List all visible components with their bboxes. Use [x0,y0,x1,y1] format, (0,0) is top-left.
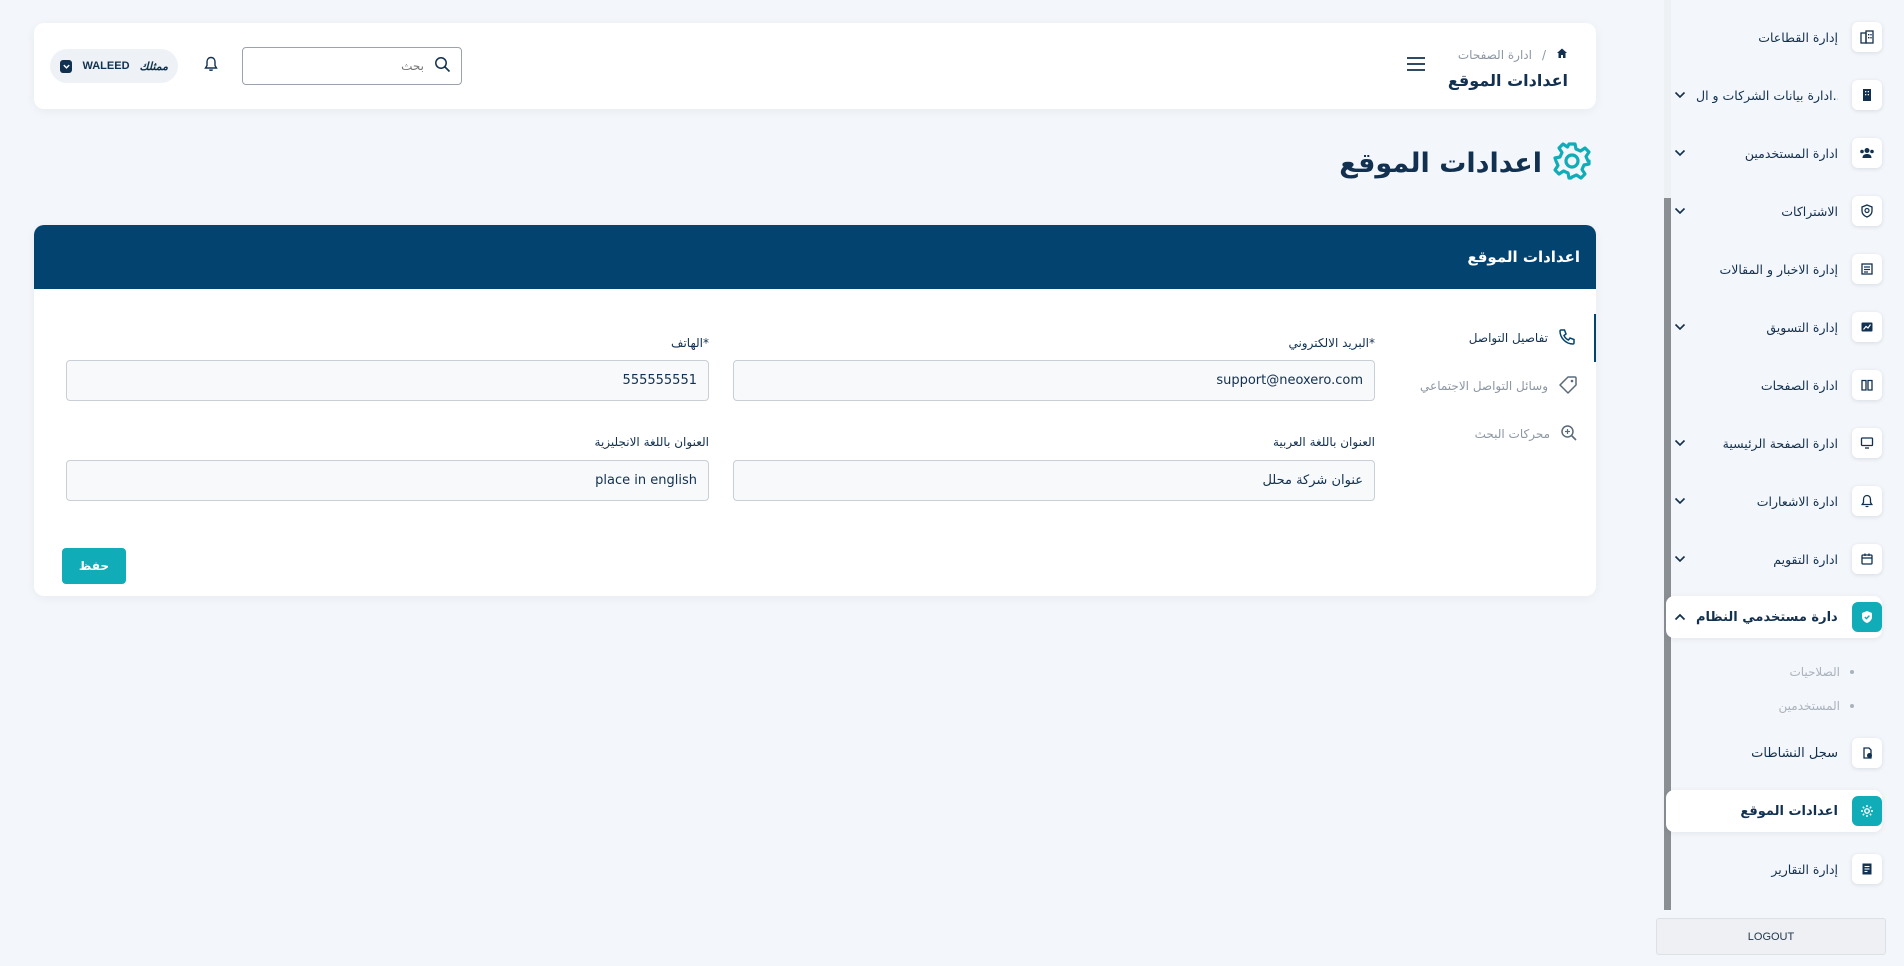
sidebar-item-label: ادارة الصفحة الرئيسية [1722,435,1838,451]
settings-tabs: تفاصيل التواصل وسائل التواصل الاجتماعي م… [1418,314,1596,458]
address-ar-label: العنوان باللغة العربية [1272,435,1375,449]
notification-bell-icon[interactable] [204,56,218,76]
sidebar-item-label: ادارة مستخدمي النظام [1696,609,1838,625]
sidebar-item-companies[interactable]: ادارة بيانات الشركات و ال... [1666,74,1882,116]
breadcrumb-separator: / [1541,47,1546,62]
sidebar-subitem-permissions[interactable]: الصلاحيات [1789,665,1854,679]
phone-field[interactable]: 555555551 [66,360,709,401]
phone-label: الهاتف* [671,336,709,350]
page-heading: اعدادات الموقع [1339,141,1592,185]
tab-label: تفاصيل التواصل [1468,331,1548,345]
chevron-down-icon[interactable] [1670,491,1690,511]
sidebar-subitem-label: الصلاحيات [1789,665,1840,679]
save-button[interactable]: حفظ [62,548,126,584]
tab-label: محركات البحث [1474,427,1550,441]
search-box[interactable] [242,47,462,85]
chevron-down-icon[interactable] [1670,85,1690,105]
chevron-down-icon[interactable] [1670,317,1690,337]
settings-icon [1852,796,1882,826]
chevron-up-icon[interactable] [1670,607,1690,627]
sidebar-item-label: ادارة الاشعارات [1756,493,1838,509]
settings-gear-icon [1552,141,1592,185]
top-header: WALEED ممثلك / ادارة الصفحات اعدادات الم… [34,23,1596,109]
sidebar-item-users[interactable]: ادارة المستخدمين [1666,132,1882,174]
sidebar-item-label: سجل النشاطات [1751,745,1838,761]
sidebar-item-system-users[interactable]: ادارة مستخدمي النظام [1666,596,1882,638]
sidebar-subitem-users[interactable]: المستخدمين [1779,699,1854,713]
activity-icon [1852,738,1882,768]
sidebar-item-label: إدارة التسويق [1766,319,1838,335]
chevron-down-icon[interactable] [60,59,73,73]
search-engine-icon [1560,424,1578,445]
sidebar: إدارة القطاعات ادارة بيانات الشركات و ال… [1656,0,1904,966]
sidebar-item-label: اعدادات الموقع [1740,803,1838,819]
user-logo: ممثلك [139,59,168,73]
pages-icon [1852,370,1882,400]
header-title: اعدادات الموقع [1447,71,1568,90]
chevron-down-icon[interactable] [1670,143,1690,163]
calendar-icon [1852,544,1882,574]
badge-icon [1852,196,1882,226]
user-name: WALEED [82,60,130,72]
user-menu[interactable]: WALEED ممثلك [50,49,178,83]
chevron-down-icon[interactable] [1670,201,1690,221]
sidebar-item-label: ادارة المستخدمين [1744,145,1838,161]
sidebar-item-news[interactable]: إدارة الاخبار و المقالات [1666,248,1882,290]
address-ar-field[interactable]: عنوان شركة محلل [733,460,1375,501]
sidebar-item-label: إدارة التقارير [1771,861,1838,877]
chevron-down-icon[interactable] [1670,433,1690,453]
sidebar-item-label: ادارة التقويم [1773,551,1838,567]
bullet-dot [1850,704,1854,708]
news-icon [1852,254,1882,284]
company-icon [1852,80,1882,110]
card-title: اعدادات الموقع [1467,248,1580,266]
tab-label: وسائل التواصل الاجتماعي [1420,379,1548,393]
bullet-dot [1850,670,1854,674]
sidebar-item-calendar[interactable]: ادارة التقويم [1666,538,1882,580]
logout-button[interactable]: LOGOUT [1656,918,1886,955]
reports-icon [1852,854,1882,884]
menu-toggle-icon[interactable] [1406,56,1426,76]
sidebar-item-notifications[interactable]: ادارة الاشعارات [1666,480,1882,522]
sidebar-item-sectors[interactable]: إدارة القطاعات [1666,16,1882,58]
tag-icon [1558,375,1578,398]
marketing-icon [1852,312,1882,342]
sidebar-item-label: الاشتراكات [1781,203,1838,219]
search-input[interactable] [264,59,424,73]
tab-search-engines[interactable]: محركات البحث [1418,410,1596,458]
phone-icon [1558,328,1576,349]
sidebar-item-marketing[interactable]: إدارة التسويق [1666,306,1882,348]
sidebar-item-subscriptions[interactable]: الاشتراكات [1666,190,1882,232]
search-icon[interactable] [434,56,451,77]
sidebar-item-label: إدارة القطاعات [1758,29,1838,45]
card-header: اعدادات الموقع [34,225,1596,289]
sidebar-item-label: ادارة بيانات الشركات و ال... [1696,87,1838,103]
tab-social-media[interactable]: وسائل التواصل الاجتماعي [1418,362,1596,410]
sidebar-item-label: ادارة الصفحات [1760,377,1838,393]
address-en-label: العنوان باللغة الانجليزية [594,435,709,449]
email-field[interactable]: support@neoxero.com [733,360,1375,401]
address-en-field[interactable]: place in english [66,460,709,501]
shield-icon [1852,602,1882,632]
monitor-icon [1852,428,1882,458]
sidebar-subitem-label: المستخدمين [1778,699,1840,713]
bell-icon [1852,486,1882,516]
email-label: البريد الالكتروني* [1288,336,1375,350]
sidebar-item-pages[interactable]: ادارة الصفحات [1666,364,1882,406]
sidebar-item-label: إدارة الاخبار و المقالات [1719,261,1838,277]
page-title: اعدادات الموقع [1339,147,1542,179]
sidebar-item-activity-log[interactable]: سجل النشاطات [1666,732,1882,774]
breadcrumb-pages-link[interactable]: ادارة الصفحات [1458,48,1532,62]
sidebar-item-homepage[interactable]: ادارة الصفحة الرئيسية [1666,422,1882,464]
building-icon [1852,22,1882,52]
sidebar-item-site-settings[interactable]: اعدادات الموقع [1666,790,1882,832]
breadcrumb: / ادارة الصفحات [1458,47,1568,62]
sidebar-item-reports[interactable]: إدارة التقارير [1666,848,1882,890]
settings-card: اعدادات الموقع تفاصيل التواصل وسائل التو… [34,225,1596,596]
users-icon [1852,138,1882,168]
chevron-down-icon[interactable] [1670,549,1690,569]
home-icon[interactable] [1556,47,1568,62]
tab-contact-details[interactable]: تفاصيل التواصل [1418,314,1596,362]
